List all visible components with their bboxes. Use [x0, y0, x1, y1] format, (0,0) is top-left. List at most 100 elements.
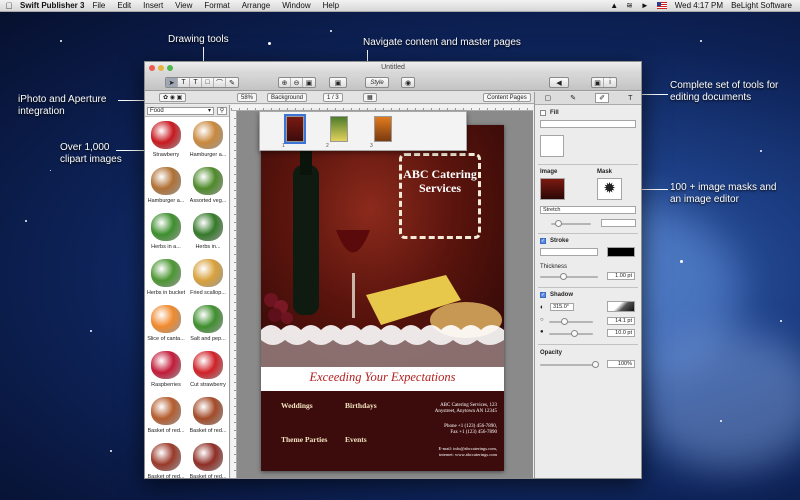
- clipart-item[interactable]: Basket of red...: [187, 440, 229, 478]
- image-well[interactable]: [540, 178, 565, 200]
- menu-edit[interactable]: Edit: [117, 1, 131, 10]
- content-pages-select[interactable]: Content Pages: [483, 93, 531, 102]
- heading-events[interactable]: Events: [345, 435, 367, 444]
- heading-weddings[interactable]: Weddings: [281, 401, 313, 410]
- shadow-offset-field[interactable]: 14.1 pt: [607, 317, 635, 325]
- fill-type-select[interactable]: [540, 120, 636, 128]
- window-titlebar[interactable]: Untitled: [145, 62, 641, 74]
- inspector-toggle-icon[interactable]: ◀: [550, 78, 568, 87]
- clipart-tab-icon[interactable]: ✿: [163, 94, 168, 101]
- menu-arrange[interactable]: Arrange: [242, 1, 270, 10]
- menubar-clock[interactable]: Wed 4:17 PM: [675, 1, 723, 10]
- text-frame-tool-icon[interactable]: T: [190, 78, 202, 87]
- image-scale-select[interactable]: Stretch: [540, 206, 636, 214]
- search-icon[interactable]: ⚲: [217, 106, 227, 115]
- phone-block[interactable]: Phone +1 (123) 456-7890, Fax +1 (123) 45…: [407, 424, 497, 436]
- shadow-blur-field[interactable]: 10.0 pt: [607, 329, 635, 337]
- vertical-ruler[interactable]: [231, 111, 237, 478]
- photos-tab-icon[interactable]: ◉: [170, 94, 175, 101]
- opacity-field[interactable]: 100%: [607, 360, 635, 368]
- input-source-flag-icon[interactable]: [656, 2, 667, 9]
- select-tool-icon[interactable]: ➤: [166, 78, 178, 87]
- info-box[interactable]: Weddings Birthdays Theme Parties Events …: [261, 391, 504, 471]
- clipart-item[interactable]: Basket of red...: [187, 394, 229, 440]
- fill-checkbox[interactable]: [540, 110, 546, 116]
- clipart-item[interactable]: Herbs in bucket: [145, 256, 187, 302]
- clipart-item[interactable]: Cut strawberry: [187, 348, 229, 394]
- brush-tab-icon[interactable]: ✐: [595, 93, 610, 103]
- clipart-item[interactable]: Herbs in...: [187, 210, 229, 256]
- style-icon[interactable]: Style: [366, 78, 388, 87]
- heading-theme-parties[interactable]: Theme Parties: [281, 435, 327, 444]
- thickness-field[interactable]: 1.00 pt: [607, 272, 635, 280]
- clipart-item[interactable]: Hamburger a...: [187, 118, 229, 164]
- image-size-field[interactable]: [601, 219, 636, 227]
- shapes-tab-icon[interactable]: ▣: [177, 94, 183, 101]
- pen-tab-icon[interactable]: ✎: [570, 94, 576, 102]
- clipart-item[interactable]: Assorted veg...: [187, 164, 229, 210]
- menu-view[interactable]: View: [175, 1, 192, 10]
- frame-title[interactable]: ABC Catering Services: [399, 167, 481, 195]
- text-box-tool-icon[interactable]: T: [178, 78, 190, 87]
- zoom-icon[interactable]: [167, 65, 173, 71]
- media-browser-icon[interactable]: ▣: [330, 78, 346, 87]
- shadow-angle-field[interactable]: 315.0°: [550, 303, 574, 311]
- wifi-icon[interactable]: ≋: [626, 1, 633, 10]
- opacity-slider[interactable]: [540, 361, 599, 368]
- rope-frame[interactable]: [399, 153, 481, 239]
- script-icon[interactable]: ▲: [610, 1, 618, 10]
- thickness-slider[interactable]: [540, 273, 598, 280]
- stroke-color-well[interactable]: [607, 247, 635, 257]
- shadow-color-well[interactable]: [607, 301, 635, 312]
- menu-format[interactable]: Format: [204, 1, 229, 10]
- app-menu[interactable]: Swift Publisher 3: [20, 1, 84, 10]
- page-thumbnail-3[interactable]: [374, 116, 392, 142]
- menu-file[interactable]: File: [92, 1, 105, 10]
- clipart-item[interactable]: Basket of red...: [145, 394, 187, 440]
- colors-icon[interactable]: ◉: [402, 78, 414, 87]
- shadow-offset-slider[interactable]: [549, 318, 593, 325]
- flyer-tagline[interactable]: Exceeding Your Expectations: [261, 370, 504, 385]
- info-icon[interactable]: i: [604, 78, 616, 87]
- zoom-in-icon[interactable]: ⊕: [279, 78, 291, 87]
- zoom-select[interactable]: 58%: [237, 93, 258, 102]
- mask-starburst-icon[interactable]: ✹: [597, 178, 622, 200]
- pen-tool-icon[interactable]: ✎: [226, 78, 238, 87]
- address-block[interactable]: ABC Catering Services, 123 Anystreet, An…: [407, 403, 497, 415]
- apple-icon[interactable]: : [0, 1, 18, 11]
- page-thumbnail-1[interactable]: [284, 114, 306, 144]
- document-tab-icon[interactable]: ▢: [545, 94, 552, 102]
- background-select[interactable]: Background: [267, 93, 308, 102]
- menu-insert[interactable]: Insert: [143, 1, 163, 10]
- shadow-checkbox[interactable]: ✓: [540, 292, 546, 298]
- page-thumbnail-2[interactable]: [330, 116, 348, 142]
- menubar-user[interactable]: BeLight Software: [731, 1, 792, 10]
- close-icon[interactable]: [149, 65, 155, 71]
- document-canvas[interactable]: ABC Catering Services Exceeding Your Exp…: [231, 105, 533, 478]
- clipart-item[interactable]: Raspberries: [145, 348, 187, 394]
- menu-help[interactable]: Help: [323, 1, 339, 10]
- shadow-blur-slider[interactable]: [549, 330, 593, 337]
- fit-page-icon[interactable]: ▣: [303, 78, 315, 87]
- clipart-item[interactable]: Slice of canta...: [145, 302, 187, 348]
- rectangle-tool-icon[interactable]: □: [202, 78, 214, 87]
- heading-birthdays[interactable]: Birthdays: [345, 401, 377, 410]
- stroke-checkbox[interactable]: ✓: [540, 238, 546, 244]
- minimize-icon[interactable]: [158, 65, 164, 71]
- fill-color-well[interactable]: [540, 135, 564, 157]
- wine-cheese-photo[interactable]: ABC Catering Services: [261, 125, 504, 367]
- clipart-category-select[interactable]: Food: [147, 106, 214, 115]
- zoom-out-icon[interactable]: ⊖: [291, 78, 303, 87]
- show-info-icon[interactable]: ▣: [592, 78, 604, 87]
- clipart-item[interactable]: Salt and pep...: [187, 302, 229, 348]
- menu-window[interactable]: Window: [282, 1, 310, 10]
- document-page[interactable]: ABC Catering Services Exceeding Your Exp…: [261, 125, 504, 471]
- page-indicator[interactable]: 1 / 3: [323, 93, 343, 102]
- clipart-item[interactable]: Hamburger a...: [145, 164, 187, 210]
- clipart-item[interactable]: Herbs in a...: [145, 210, 187, 256]
- image-size-slider[interactable]: [551, 220, 591, 227]
- email-block[interactable]: E-mail: info@abccaterings.com, internet:…: [407, 446, 498, 458]
- clipart-item[interactable]: Strawberry: [145, 118, 187, 164]
- angle-dial-icon[interactable]: ◐: [540, 304, 544, 311]
- curve-tool-icon[interactable]: ⌒: [214, 78, 226, 87]
